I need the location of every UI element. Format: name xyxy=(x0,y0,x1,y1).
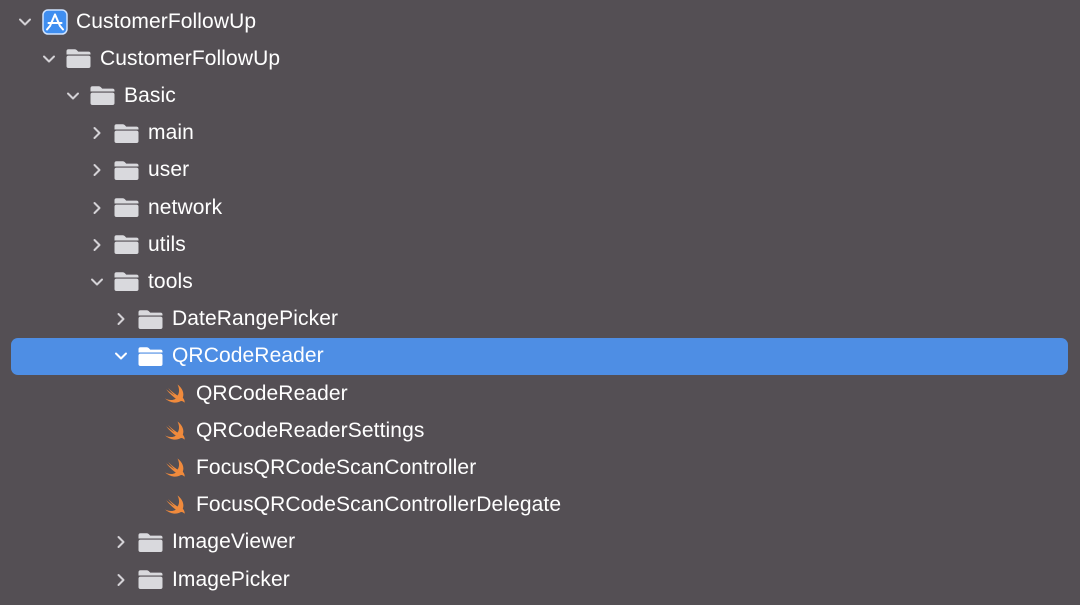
project-row[interactable]: CustomerFollowUp xyxy=(0,3,1080,40)
folder-name: utils xyxy=(148,232,186,256)
folder-name: tools xyxy=(148,269,193,293)
folder-row[interactable]: ImageViewer xyxy=(0,524,1080,561)
file-name: QRCodeReader xyxy=(196,381,348,405)
folder-name: user xyxy=(148,158,190,182)
chevron-down-icon[interactable] xyxy=(18,15,32,29)
swift-file-icon xyxy=(161,420,188,442)
file-row[interactable]: QRCodeReader xyxy=(0,375,1080,412)
folder-icon xyxy=(137,345,164,367)
folder-icon xyxy=(137,531,164,553)
folder-name: ImagePicker xyxy=(172,567,290,591)
folder-row[interactable]: utils xyxy=(0,226,1080,263)
folder-icon xyxy=(113,122,140,144)
folder-icon xyxy=(89,85,116,107)
folder-name: CustomerFollowUp xyxy=(100,46,281,70)
chevron-right-icon[interactable] xyxy=(90,163,104,177)
folder-row[interactable]: QRCodeReader xyxy=(0,337,1080,375)
xcode-project-icon xyxy=(41,8,68,35)
file-row[interactable]: FocusQRCodeScanControllerDelegate xyxy=(0,487,1080,524)
folder-row[interactable]: user xyxy=(0,152,1080,189)
chevron-right-icon[interactable] xyxy=(90,238,104,252)
folder-icon xyxy=(113,159,140,181)
folder-icon xyxy=(65,48,92,70)
folder-row[interactable]: tools xyxy=(0,263,1080,300)
chevron-down-icon[interactable] xyxy=(66,89,80,103)
chevron-right-icon[interactable] xyxy=(114,573,128,587)
folder-row[interactable]: ImagePicker xyxy=(0,561,1080,598)
folder-name: DateRangePicker xyxy=(172,307,339,331)
file-name: FocusQRCodeScanController xyxy=(196,455,477,479)
folder-icon xyxy=(137,308,164,330)
folder-name: QRCodeReader xyxy=(172,344,324,368)
folder-row[interactable]: network xyxy=(0,189,1080,226)
folder-name: ImageViewer xyxy=(172,530,296,554)
chevron-right-icon[interactable] xyxy=(90,126,104,140)
chevron-right-icon[interactable] xyxy=(90,201,104,215)
file-name: FocusQRCodeScanControllerDelegate xyxy=(196,493,562,517)
swift-file-icon xyxy=(161,457,188,479)
folder-name: CustomerFollowUp xyxy=(76,9,257,33)
swift-file-icon xyxy=(161,494,188,516)
file-name: QRCodeReaderSettings xyxy=(196,418,425,442)
folder-name: network xyxy=(148,195,223,219)
folder-icon xyxy=(137,569,164,591)
folder-name: Basic xyxy=(124,83,176,107)
chevron-down-icon[interactable] xyxy=(90,275,104,289)
folder-row[interactable]: main xyxy=(0,115,1080,152)
project-navigator: CustomerFollowUp CustomerFollowUp Basic mai… xyxy=(0,0,1080,605)
folder-icon xyxy=(113,234,140,256)
chevron-right-icon[interactable] xyxy=(114,535,128,549)
swift-file-icon xyxy=(161,383,188,405)
chevron-right-icon[interactable] xyxy=(114,312,128,326)
folder-row[interactable]: Basic xyxy=(0,77,1080,114)
file-row[interactable]: QRCodeReaderSettings xyxy=(0,412,1080,449)
folder-name: main xyxy=(148,121,194,145)
file-row[interactable]: FocusQRCodeScanController xyxy=(0,449,1080,486)
folder-icon xyxy=(113,197,140,219)
folder-row[interactable]: DateRangePicker xyxy=(0,301,1080,338)
chevron-down-icon[interactable] xyxy=(42,52,56,66)
folder-icon xyxy=(113,271,140,293)
chevron-down-icon[interactable] xyxy=(114,349,128,363)
folder-row[interactable]: CustomerFollowUp xyxy=(0,40,1080,77)
